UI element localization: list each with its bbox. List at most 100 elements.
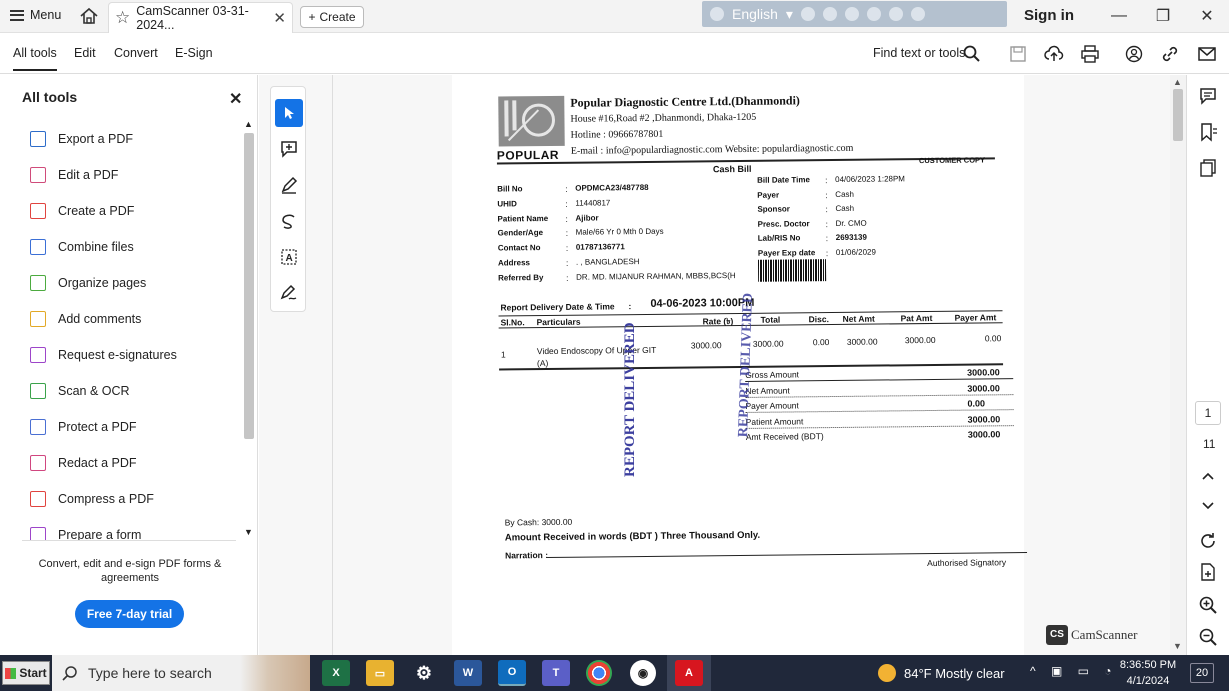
search-icon[interactable] xyxy=(962,44,982,64)
field-colon: : xyxy=(825,233,829,244)
table-header: Sl.No. xyxy=(500,317,525,328)
cloud-upload-icon[interactable] xyxy=(1044,44,1064,64)
tab-all-tools[interactable]: All tools xyxy=(13,46,57,71)
tool-item[interactable]: Create a PDF xyxy=(30,200,134,222)
zoom-out-icon[interactable] xyxy=(1197,626,1219,648)
close-tab-icon[interactable]: ✕ xyxy=(273,9,286,27)
tool-item-label: Combine files xyxy=(58,240,134,254)
combine-files-icon xyxy=(30,239,46,255)
save-icon[interactable] xyxy=(1008,44,1028,64)
word-icon[interactable]: W xyxy=(454,660,482,686)
select-tool-icon[interactable] xyxy=(275,99,303,127)
restore-icon[interactable]: ❐ xyxy=(1152,6,1174,26)
settings-gear-icon[interactable]: ⚙ xyxy=(410,660,438,686)
field-label: Lab/RIS No xyxy=(757,233,801,243)
page-thumbnails-icon[interactable] xyxy=(1197,157,1219,179)
system-clock[interactable]: 8:36:50 PM 4/1/2024 xyxy=(1118,657,1178,689)
tab-convert[interactable]: Convert xyxy=(114,46,158,60)
scroll-up-icon[interactable]: ▲ xyxy=(244,119,253,129)
tab-esign[interactable]: E-Sign xyxy=(175,46,213,60)
prepare-form-icon xyxy=(30,527,46,541)
tool-item[interactable]: Compress a PDF xyxy=(30,488,154,510)
free-trial-button[interactable]: Free 7-day trial xyxy=(75,600,184,628)
minimize-icon[interactable]: — xyxy=(1108,6,1130,26)
tool-item[interactable]: Request e-signatures xyxy=(30,344,177,366)
document-scroll-thumb[interactable] xyxy=(1173,89,1183,141)
tool-item[interactable]: Protect a PDF xyxy=(30,416,137,438)
clock-date: 4/1/2024 xyxy=(1126,675,1170,687)
file-explorer-icon[interactable]: ▭ xyxy=(366,660,394,686)
delivery-value: 04-06-2023 10:00PM xyxy=(650,296,755,310)
tool-item[interactable]: Organize pages xyxy=(30,272,146,294)
chrome-icon[interactable] xyxy=(586,660,612,686)
fill-sign-icon[interactable] xyxy=(275,279,303,307)
teams-icon[interactable]: T xyxy=(542,660,570,686)
menu-button[interactable]: Menu xyxy=(10,8,61,22)
tool-item[interactable]: Combine files xyxy=(30,236,134,258)
draw-freehand-icon[interactable] xyxy=(275,207,303,235)
delivery-colon: : xyxy=(628,301,632,312)
highlight-pen-icon[interactable] xyxy=(275,171,303,199)
excel-icon[interactable]: X xyxy=(322,660,350,686)
table-header: Payer Amt xyxy=(954,312,997,323)
close-window-icon[interactable]: ✕ xyxy=(1196,6,1218,26)
field-value: Cash xyxy=(835,203,855,213)
amount-in-words: Amount Received in words (BDT ) Three Th… xyxy=(504,529,761,544)
language-label[interactable]: English xyxy=(732,6,778,22)
divider xyxy=(332,75,333,655)
logo-text: POPULAR xyxy=(496,147,560,163)
scroll-down-icon[interactable]: ▼ xyxy=(1173,641,1182,651)
media-app-icon[interactable]: ◉ xyxy=(630,660,656,686)
tool-item-label: Add comments xyxy=(58,312,142,326)
language-toolbar[interactable]: English ▾ xyxy=(702,1,1007,27)
scroll-up-icon[interactable]: ▲ xyxy=(1173,77,1182,87)
summary-value: 3000.00 xyxy=(967,367,1000,378)
weather-widget[interactable]: 84°F Mostly clear xyxy=(878,664,1005,682)
search-icon xyxy=(62,666,77,681)
document-tab[interactable]: ☆ CamScanner 03-31-2024... ✕ xyxy=(108,2,293,33)
tool-item[interactable]: Scan & OCR xyxy=(30,380,130,402)
previous-page-icon[interactable] xyxy=(1197,465,1219,487)
system-tray-icons[interactable]: ^ ▣ ▭ ◔ xyxy=(1030,664,1118,678)
authorised-signatory: Authorised Signatory xyxy=(927,557,1007,569)
tool-item[interactable]: Export a PDF xyxy=(30,128,133,150)
extract-page-icon[interactable] xyxy=(1197,561,1219,583)
panel-scroll-thumb[interactable] xyxy=(244,133,254,439)
tool-item[interactable]: Redact a PDF xyxy=(30,452,137,474)
row-rate: 3000.00 xyxy=(690,340,722,351)
notifications-icon[interactable]: 20 xyxy=(1190,663,1214,683)
print-icon[interactable] xyxy=(1080,44,1100,64)
bookmarks-icon[interactable] xyxy=(1197,121,1219,143)
compress-pdf-icon xyxy=(30,491,46,507)
start-button[interactable]: Start xyxy=(2,661,50,685)
tool-item[interactable]: Add comments xyxy=(30,308,141,330)
share-user-icon[interactable] xyxy=(1124,44,1144,64)
rotate-icon[interactable] xyxy=(1197,530,1219,552)
home-icon[interactable] xyxy=(78,6,100,26)
hamburger-icon xyxy=(10,9,24,21)
star-icon[interactable]: ☆ xyxy=(115,8,130,28)
acrobat-icon[interactable]: A xyxy=(675,660,703,686)
text-box-icon[interactable]: A xyxy=(275,243,303,271)
next-page-icon[interactable] xyxy=(1197,495,1219,517)
tool-item[interactable]: Prepare a form xyxy=(30,524,141,541)
scroll-down-icon[interactable]: ▼ xyxy=(244,527,253,537)
create-button[interactable]: + Create xyxy=(300,6,364,28)
zoom-in-icon[interactable] xyxy=(1197,594,1219,616)
email-icon[interactable] xyxy=(1197,44,1217,64)
link-icon[interactable] xyxy=(1160,44,1180,64)
tool-item-label: Protect a PDF xyxy=(58,420,137,434)
outlook-icon[interactable]: O xyxy=(498,660,526,686)
field-value: 2693139 xyxy=(835,232,867,242)
tool-item-label: Compress a PDF xyxy=(58,492,154,506)
field-label: Payer Exp date xyxy=(757,247,816,258)
tab-edit[interactable]: Edit xyxy=(74,46,96,60)
find-text-label[interactable]: Find text or tools xyxy=(873,46,965,60)
add-comment-icon[interactable] xyxy=(275,135,303,163)
page-number-input[interactable]: 1 xyxy=(1195,401,1221,425)
field-value: 11440817 xyxy=(575,198,611,208)
sign-in-button[interactable]: Sign in xyxy=(1024,7,1074,24)
tool-item[interactable]: Edit a PDF xyxy=(30,164,118,186)
comment-panel-icon[interactable] xyxy=(1197,85,1219,107)
document-scrollbar[interactable]: ▲ ▼ xyxy=(1170,75,1186,655)
